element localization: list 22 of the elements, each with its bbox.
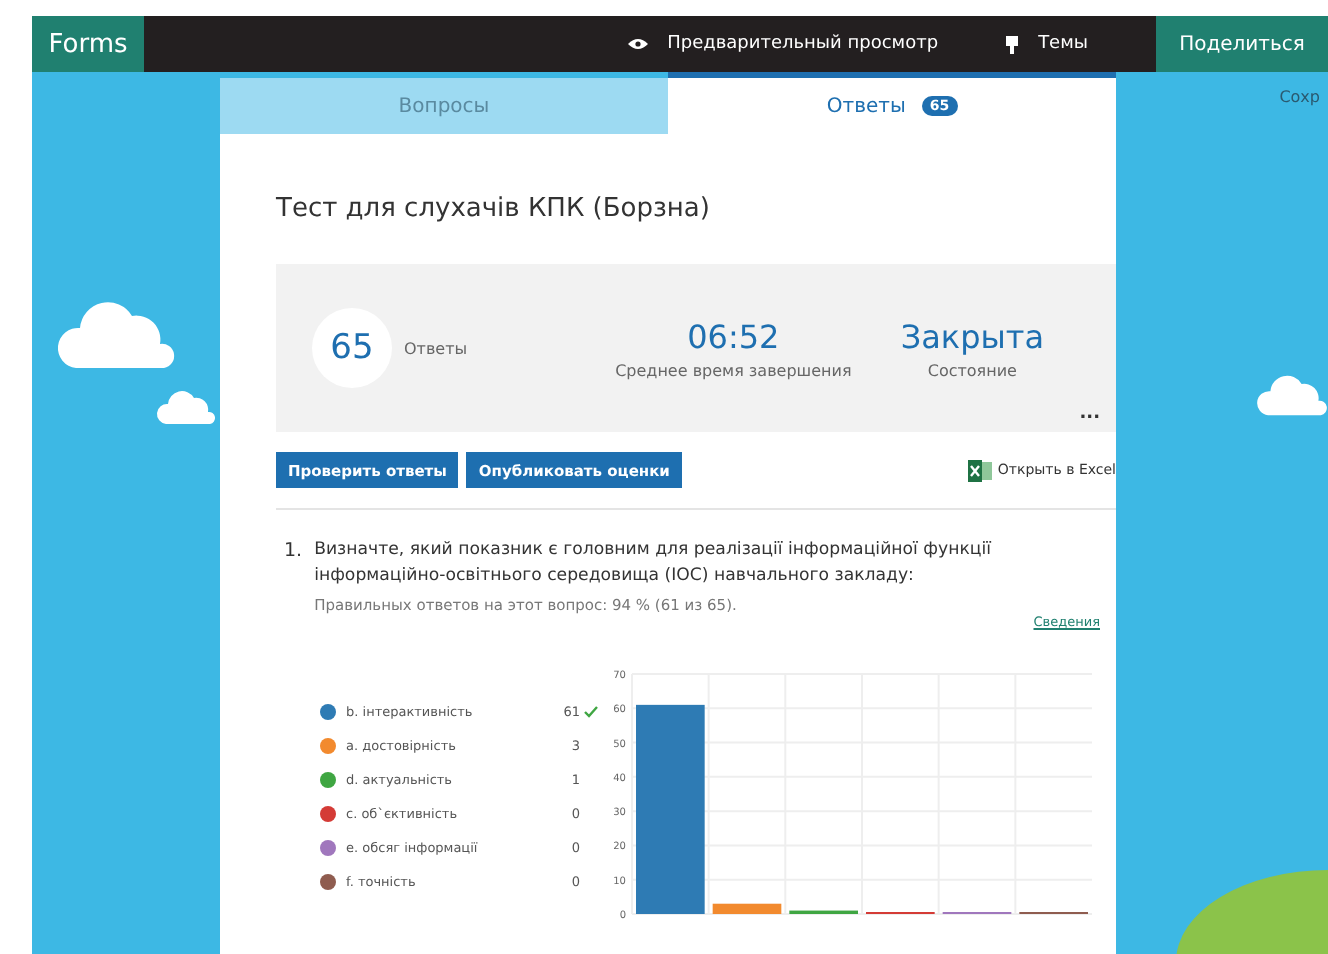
themes-link[interactable]: Темы <box>1038 34 1088 54</box>
status-value: Закрыта <box>900 317 1044 355</box>
average-time: 06:52 <box>687 317 780 355</box>
form-title: Тест для слухачів КПК (Борзна) <box>276 194 712 224</box>
cloud-drawing <box>1256 372 1328 416</box>
responses-label: Ответы <box>404 339 468 357</box>
preview-link[interactable]: Предварительный просмотр <box>667 34 939 54</box>
app-name[interactable]: Forms <box>32 16 144 72</box>
bar <box>712 903 782 914</box>
cloud-drawing <box>156 388 216 424</box>
save-status-text: Сохр <box>1279 88 1320 106</box>
question-number: 1. <box>284 538 303 566</box>
share-button[interactable]: Поделиться <box>1156 16 1328 72</box>
spreadsheet-icon <box>967 459 992 481</box>
eye-icon <box>627 38 648 50</box>
status-label: Состояние <box>927 361 1017 379</box>
brush-icon <box>1006 35 1019 53</box>
average-time-label: Среднее время завершения <box>615 361 852 379</box>
cloud-drawing <box>56 296 176 368</box>
responses-count: 65 <box>312 308 392 388</box>
more-button[interactable]: ... <box>1079 404 1100 424</box>
question-text: Визначте, який показник є головним для реалізації інформаційної функції інформаційно-освітнього середовища (ІОС) навчального закладу: <box>314 538 994 590</box>
